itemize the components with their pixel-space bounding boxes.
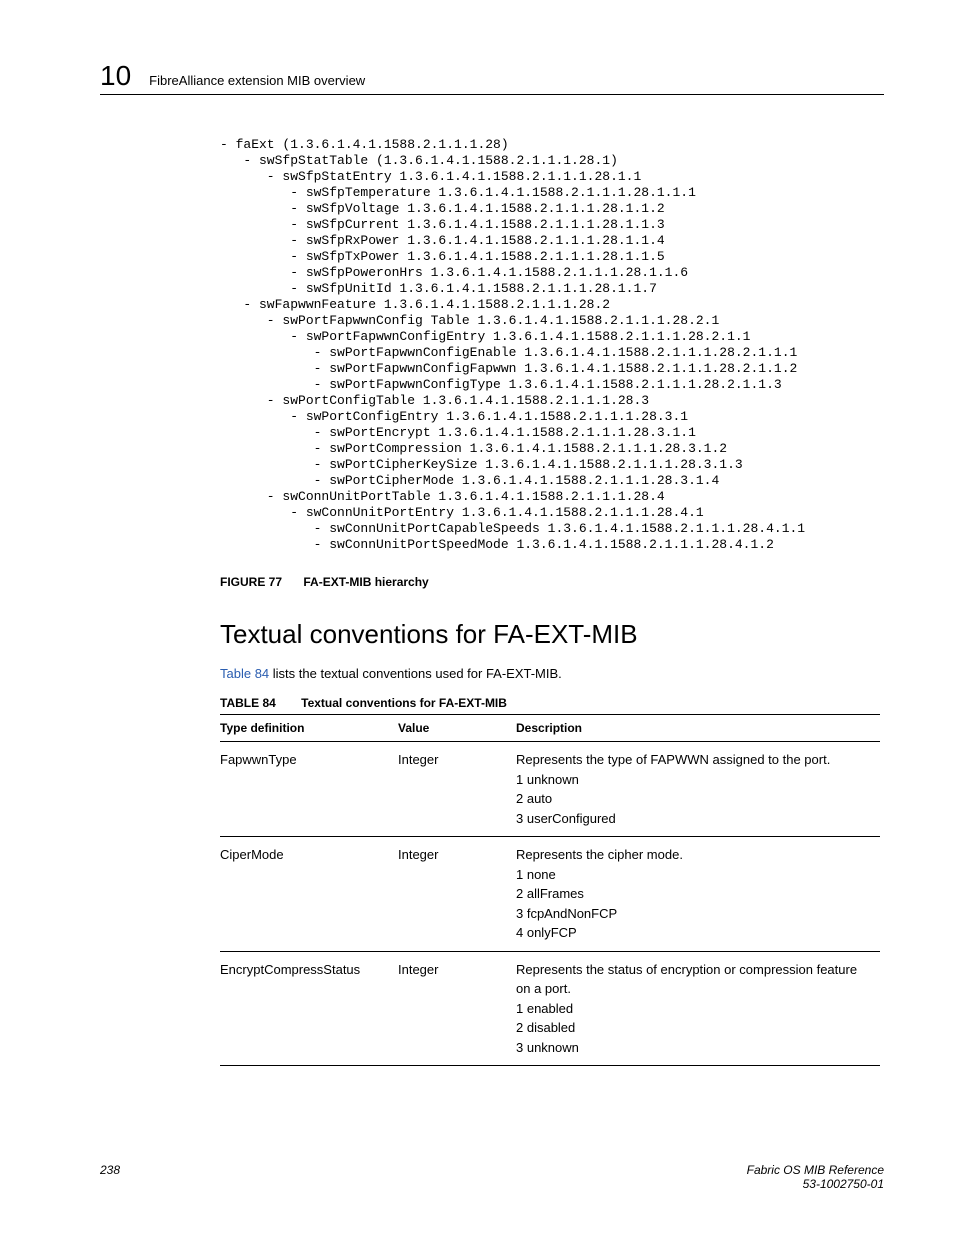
doc-number: 53-1002750-01 (747, 1177, 884, 1191)
table-crossref-link[interactable]: Table 84 (220, 666, 269, 681)
textual-conventions-table: Type definition Value Description Fapwwn… (220, 714, 880, 1066)
mib-hierarchy-code: - faExt (1.3.6.1.4.1.1588.2.1.1.1.28) - … (220, 137, 884, 553)
table-cell-description: Represents the type of FAPWWN assigned t… (516, 742, 880, 837)
table-row: CiperModeIntegerRepresents the cipher mo… (220, 837, 880, 952)
page-header: 10 FibreAlliance extension MIB overview (100, 60, 884, 95)
figure-label: FIGURE 77 (220, 575, 282, 589)
table-cell-description: Represents the cipher mode. 1 none 2 all… (516, 837, 880, 952)
table-label: TABLE 84 (220, 696, 276, 710)
table-row: EncryptCompressStatusIntegerRepresents t… (220, 951, 880, 1066)
table-caption: TABLE 84 Textual conventions for FA-EXT-… (220, 696, 884, 710)
table-cell-type: EncryptCompressStatus (220, 951, 398, 1066)
table-cell-type: FapwwnType (220, 742, 398, 837)
table-row: FapwwnTypeIntegerRepresents the type of … (220, 742, 880, 837)
page-footer: 238 Fabric OS MIB Reference 53-1002750-0… (100, 1163, 884, 1191)
table-cell-value: Integer (398, 837, 516, 952)
table-header-value: Value (398, 715, 516, 742)
page-number: 238 (100, 1163, 120, 1191)
running-head: FibreAlliance extension MIB overview (149, 73, 365, 88)
section-heading: Textual conventions for FA-EXT-MIB (220, 619, 884, 650)
body-rest: lists the textual conventions used for F… (269, 666, 562, 681)
table-cell-description: Represents the status of encryption or c… (516, 951, 880, 1066)
figure-caption: FIGURE 77 FA-EXT-MIB hierarchy (220, 575, 884, 589)
table-cell-value: Integer (398, 951, 516, 1066)
table-header-description: Description (516, 715, 880, 742)
body-paragraph: Table 84 lists the textual conventions u… (220, 666, 884, 683)
table-title: Textual conventions for FA-EXT-MIB (301, 696, 507, 710)
doc-title: Fabric OS MIB Reference (747, 1163, 884, 1177)
chapter-number: 10 (100, 60, 131, 92)
figure-title: FA-EXT-MIB hierarchy (303, 575, 428, 589)
table-cell-type: CiperMode (220, 837, 398, 952)
table-cell-value: Integer (398, 742, 516, 837)
table-header-type: Type definition (220, 715, 398, 742)
